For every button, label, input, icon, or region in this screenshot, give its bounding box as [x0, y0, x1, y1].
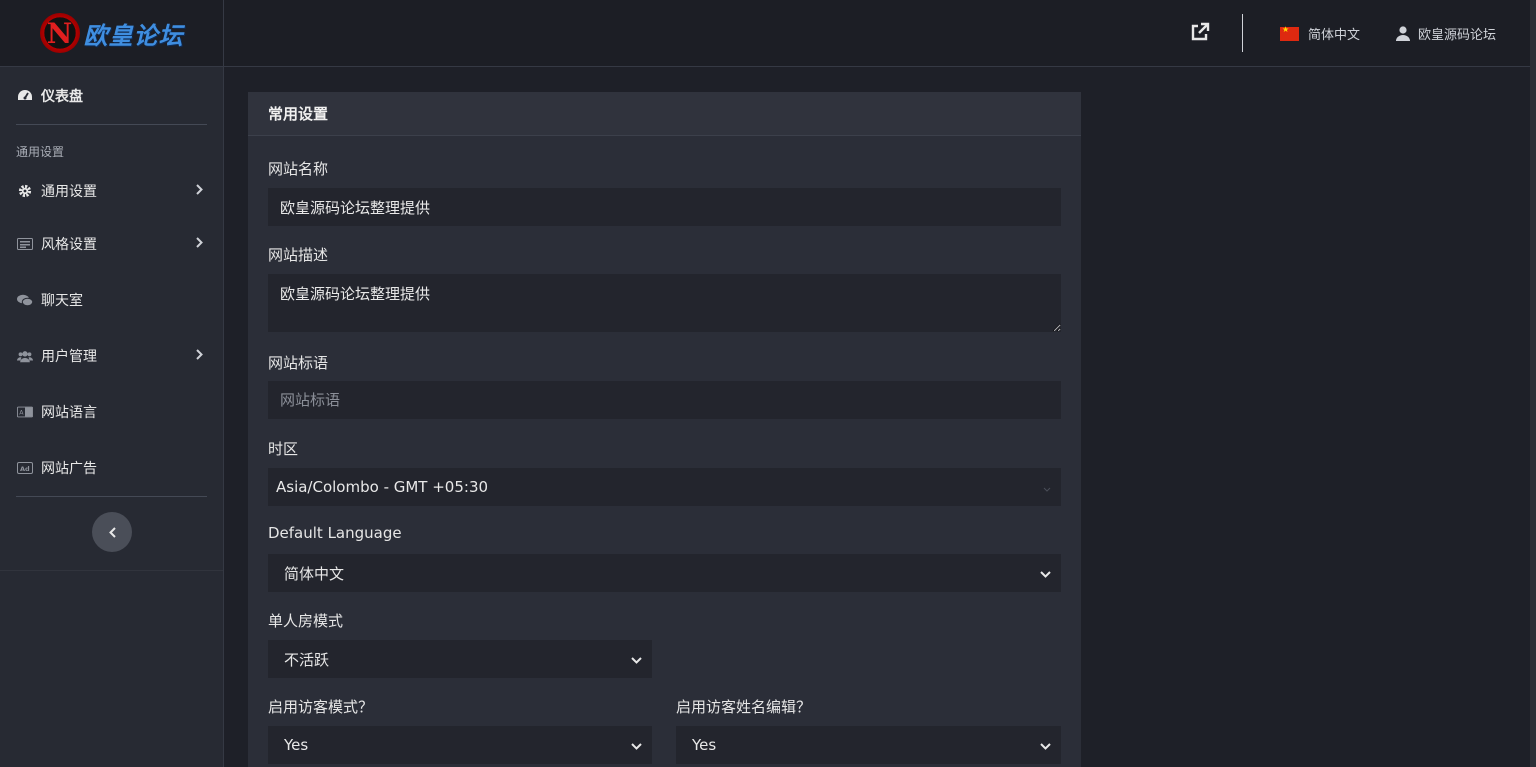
sidebar-item-label: 风格设置: [41, 237, 97, 253]
sidebar-section-title: 通用设置: [16, 145, 65, 159]
caret-down-icon: [1043, 478, 1051, 496]
china-flag-icon: [1280, 25, 1299, 41]
site-slogan-label: 网站标语: [268, 354, 329, 372]
card-title: 常用设置: [248, 92, 1081, 136]
chevron-right-icon: [196, 183, 203, 199]
gear-icon: [17, 183, 33, 199]
chevron-down-icon: [631, 736, 642, 754]
sidebar-item-site-language[interactable]: A 网站语言: [0, 384, 223, 440]
sidebar-item-label: 网站语言: [41, 405, 97, 421]
timezone-select[interactable]: Asia/Colombo - GMT +05:30: [268, 468, 1061, 506]
sidebar-item-site-ads[interactable]: Ad 网站广告: [0, 440, 223, 496]
sidebar-item-style-settings[interactable]: 风格设置: [0, 216, 223, 272]
sidebar-divider: [0, 570, 223, 571]
chevron-right-icon: [196, 348, 203, 364]
chevron-down-icon: [1040, 736, 1051, 754]
site-description-textarea[interactable]: 欧皇源码论坛整理提供: [268, 274, 1061, 332]
page-scrollbar[interactable]: [1530, 0, 1536, 767]
sidebar-item-label: 通用设置: [41, 184, 97, 200]
default-language-select[interactable]: 简体中文: [268, 554, 1061, 592]
site-name-input[interactable]: [268, 188, 1061, 226]
svg-text:A: A: [19, 410, 24, 417]
topbar-divider: [1242, 14, 1243, 52]
external-link-icon[interactable]: [1190, 22, 1212, 44]
chevron-down-icon: [1040, 564, 1051, 582]
guest-name-edit-select[interactable]: Yes: [676, 726, 1061, 764]
users-icon: [17, 348, 33, 364]
sidebar-item-label: 网站广告: [41, 461, 97, 477]
nav-divider: [16, 496, 207, 497]
site-slogan-input[interactable]: [268, 381, 1061, 419]
brand-name: 欧皇论坛: [83, 21, 184, 50]
single-room-mode-value: 不活跃: [284, 650, 330, 669]
brand-logo[interactable]: N 欧皇论坛: [0, 0, 223, 67]
guest-mode-label: 启用访客模式？: [268, 698, 374, 716]
sidebar: N 欧皇论坛 仪表盘 通用设置 通用设置 风格设置 聊天室 用户管理 A 网站语…: [0, 0, 224, 767]
site-description-label: 网站描述: [268, 246, 329, 264]
timezone-label: 时区: [268, 440, 299, 458]
chevron-left-icon: [108, 523, 116, 542]
default-language-value: 简体中文: [284, 564, 345, 583]
logo-icon: N: [39, 13, 80, 53]
chevron-right-icon: [196, 236, 203, 252]
ad-icon: Ad: [17, 460, 33, 476]
user-icon: [1396, 26, 1410, 41]
current-language: 简体中文: [1308, 28, 1361, 43]
guest-mode-value: Yes: [284, 736, 309, 754]
language-switcher[interactable]: 简体中文: [1280, 24, 1360, 43]
general-settings-card: 常用设置 网站名称 网站描述 欧皇源码论坛整理提供 网站标语 时区 Asia/C…: [248, 92, 1081, 767]
sidebar-item-general-settings[interactable]: 通用设置: [0, 166, 223, 216]
sidebar-item-chatroom[interactable]: 聊天室: [0, 272, 223, 328]
chevron-down-icon: [631, 650, 642, 668]
default-language-label: Default Language: [268, 524, 402, 542]
single-room-mode-select[interactable]: 不活跃: [268, 640, 652, 678]
language-icon: A: [17, 404, 33, 420]
sidebar-item-label: 仪表盘: [41, 88, 83, 105]
sidebar-item-label: 用户管理: [41, 349, 97, 365]
dashboard-icon: [17, 88, 33, 104]
topbar: 简体中文 欧皇源码论坛: [224, 0, 1536, 767]
guest-mode-select[interactable]: Yes: [268, 726, 652, 764]
chat-icon: [17, 292, 33, 308]
single-room-mode-label: 单人房模式: [268, 612, 344, 630]
svg-text:Ad: Ad: [20, 465, 30, 473]
sidebar-collapse-button[interactable]: [92, 512, 132, 552]
sidebar-item-label: 聊天室: [41, 293, 83, 309]
user-menu[interactable]: 欧皇源码论坛: [1396, 24, 1496, 43]
guest-name-edit-value: Yes: [692, 736, 717, 754]
palette-icon: [17, 236, 33, 252]
sidebar-nav: 仪表盘 通用设置 通用设置 风格设置 聊天室 用户管理 A 网站语言 Ad 网站…: [0, 67, 223, 497]
site-name-label: 网站名称: [268, 160, 329, 178]
sidebar-item-user-management[interactable]: 用户管理: [0, 328, 223, 384]
sidebar-item-dashboard[interactable]: 仪表盘: [0, 67, 223, 124]
timezone-value: Asia/Colombo - GMT +05:30: [276, 478, 489, 496]
guest-name-edit-label: 启用访客姓名编辑？: [676, 698, 812, 716]
username: 欧皇源码论坛: [1418, 28, 1497, 43]
